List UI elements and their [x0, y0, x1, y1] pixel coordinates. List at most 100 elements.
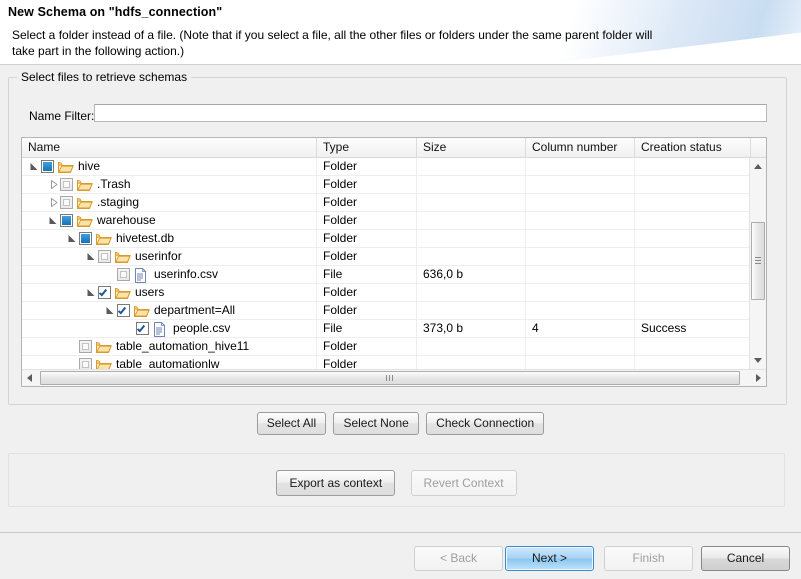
tree-cell-status — [635, 302, 751, 319]
row-checkbox[interactable] — [98, 250, 111, 263]
tree-cell-status: Success — [635, 320, 751, 337]
expander-expanded-icon[interactable] — [85, 248, 98, 265]
selection-actions: Select All Select None Check Connection — [0, 412, 801, 435]
tree-cell-size — [417, 212, 526, 229]
row-checkbox[interactable] — [117, 268, 130, 281]
tree-cell-size: 373,0 b — [417, 320, 526, 337]
tree-cell-status — [635, 212, 751, 229]
tree-cell-columns — [526, 194, 635, 211]
wizard-footer: < Back Next > Finish Cancel — [0, 533, 801, 579]
tree-cell-size — [417, 248, 526, 265]
row-checkbox[interactable] — [136, 322, 149, 335]
tree-row-label: users — [134, 284, 164, 301]
tree-column-header[interactable]: Column number — [526, 138, 635, 157]
row-checkbox[interactable] — [79, 340, 92, 353]
row-checkbox[interactable] — [41, 160, 54, 173]
tree-row[interactable]: userinforFolder — [22, 248, 766, 266]
tree-row[interactable]: people.csvFile373,0 b4Success — [22, 320, 766, 338]
tree-cell-size — [417, 176, 526, 193]
tree-row[interactable]: userinfo.csvFile636,0 b — [22, 266, 766, 284]
expander-expanded-icon[interactable] — [85, 284, 98, 301]
scroll-right-icon[interactable] — [749, 370, 766, 386]
select-all-button[interactable]: Select All — [257, 412, 326, 435]
tree-cell-columns — [526, 338, 635, 355]
tree-cell-status — [635, 266, 751, 283]
tree-cell-status — [635, 176, 751, 193]
expander-collapsed-icon[interactable] — [47, 176, 60, 193]
tree-rows-container: hiveFolder.TrashFolder.stagingFolderware… — [22, 158, 766, 386]
tree-cell-name: userinfo.csv — [22, 266, 317, 283]
select-none-button[interactable]: Select None — [333, 412, 418, 435]
tree-column-header[interactable]: Size — [417, 138, 526, 157]
tree-cell-status — [635, 338, 751, 355]
tree-cell-type: Folder — [317, 230, 417, 247]
tree-cell-columns — [526, 266, 635, 283]
expander-expanded-icon[interactable] — [47, 212, 60, 229]
tree-cell-name: hive — [22, 158, 317, 175]
tree-row[interactable]: .stagingFolder — [22, 194, 766, 212]
tree-cell-name: people.csv — [22, 320, 317, 337]
tree-cell-columns — [526, 230, 635, 247]
tree-row[interactable]: department=AllFolder — [22, 302, 766, 320]
next-button[interactable]: Next > — [505, 546, 594, 571]
name-filter-input[interactable] — [94, 104, 767, 122]
scroll-up-icon[interactable] — [750, 158, 766, 175]
tree-cell-size — [417, 230, 526, 247]
tree-cell-status — [635, 158, 751, 175]
file-tree[interactable]: NameTypeSizeColumn numberCreation status… — [21, 137, 767, 387]
scroll-left-icon[interactable] — [22, 370, 39, 386]
tree-cell-name: .Trash — [22, 176, 317, 193]
row-checkbox[interactable] — [60, 178, 73, 191]
scroll-down-icon[interactable] — [750, 352, 766, 369]
tree-cell-type: File — [317, 320, 417, 337]
folder-icon — [133, 303, 151, 319]
export-as-context-button[interactable]: Export as context — [276, 470, 395, 496]
tree-vertical-scrollbar[interactable] — [749, 158, 766, 369]
row-checkbox[interactable] — [98, 286, 111, 299]
vertical-scroll-thumb[interactable] — [751, 222, 765, 300]
tree-row[interactable]: hivetest.dbFolder — [22, 230, 766, 248]
expander-expanded-icon[interactable] — [28, 158, 41, 175]
tree-cell-type: Folder — [317, 194, 417, 211]
folder-icon — [57, 159, 75, 175]
tree-row[interactable]: .TrashFolder — [22, 176, 766, 194]
tree-cell-type: Folder — [317, 158, 417, 175]
expander-spacer — [104, 266, 117, 283]
revert-context-button: Revert Context — [411, 470, 517, 496]
row-checkbox[interactable] — [79, 232, 92, 245]
tree-column-header[interactable]: Creation status — [635, 138, 751, 157]
tree-row[interactable]: usersFolder — [22, 284, 766, 302]
row-checkbox[interactable] — [117, 304, 130, 317]
tree-row[interactable]: table_automation_hive11Folder — [22, 338, 766, 356]
tree-row-label: department=All — [153, 302, 235, 319]
tree-cell-type: Folder — [317, 338, 417, 355]
tree-row[interactable]: warehouseFolder — [22, 212, 766, 230]
tree-cell-columns — [526, 248, 635, 265]
file-icon — [152, 321, 170, 337]
expander-collapsed-icon[interactable] — [47, 194, 60, 211]
tree-column-header[interactable]: Name — [22, 138, 317, 157]
page-title: New Schema on "hdfs_connection" — [8, 5, 222, 19]
tree-cell-columns — [526, 284, 635, 301]
tree-cell-size — [417, 302, 526, 319]
page-description: Select a folder instead of a file. (Note… — [12, 27, 672, 59]
tree-cell-columns — [526, 176, 635, 193]
wizard-header: New Schema on "hdfs_connection" Select a… — [0, 0, 801, 65]
row-checkbox[interactable] — [60, 214, 73, 227]
tree-row-label: people.csv — [172, 320, 230, 337]
expander-expanded-icon[interactable] — [104, 302, 117, 319]
tree-row[interactable]: hiveFolder — [22, 158, 766, 176]
horizontal-scroll-thumb[interactable] — [40, 371, 740, 385]
check-connection-button[interactable]: Check Connection — [426, 412, 544, 435]
tree-cell-name: .staging — [22, 194, 317, 211]
tree-cell-size — [417, 338, 526, 355]
tree-row-label: .Trash — [96, 176, 131, 193]
expander-spacer — [123, 320, 136, 337]
cancel-button[interactable]: Cancel — [701, 546, 790, 571]
row-checkbox[interactable] — [60, 196, 73, 209]
tree-cell-columns — [526, 158, 635, 175]
tree-column-header[interactable]: Type — [317, 138, 417, 157]
back-button: < Back — [414, 546, 503, 571]
tree-horizontal-scrollbar[interactable] — [22, 369, 766, 386]
expander-expanded-icon[interactable] — [66, 230, 79, 247]
